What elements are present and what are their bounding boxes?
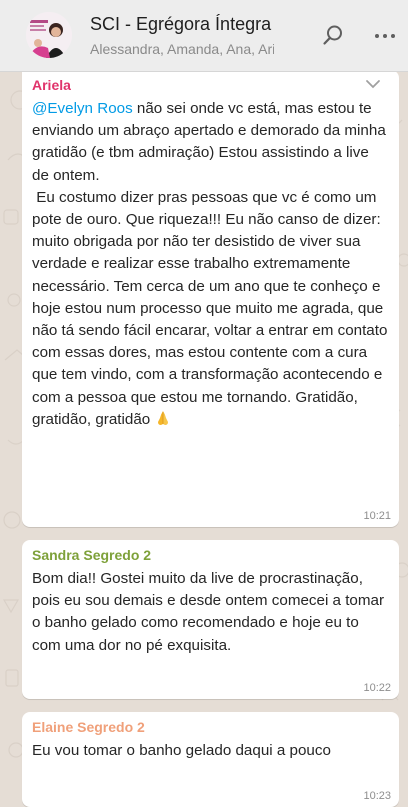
message-time: 10:22 [363,682,391,694]
chat-participants: Alessandra, Amanda, Ana, Ariela, Elaine … [90,41,274,57]
message-body: não sei onde vc está, mas estou te envia… [32,100,388,428]
group-avatar[interactable] [26,12,72,58]
menu-button[interactable] [368,18,402,52]
message-text: Bom dia!! Gostei muito da live de procra… [32,570,389,654]
chevron-down-icon[interactable] [365,76,381,94]
chat-header: SCI - Egrégora Íntegra Alessandra, Amand… [0,0,408,72]
message-sender[interactable]: Sandra Segredo 2 [32,546,389,565]
message-sender[interactable]: Elaine Segredo 2 [32,718,389,737]
message-text: @Evelyn Roos não sei onde vc está, mas e… [32,98,389,434]
message-time: 10:23 [363,790,391,802]
message-time: 10:21 [363,510,391,522]
chat-title[interactable]: SCI - Egrégora Íntegra [90,14,302,35]
search-button[interactable] [316,18,350,52]
search-icon [323,25,342,45]
message-bubble[interactable]: Elaine Segredo 2 Eu vou tomar o banho ge… [22,712,399,807]
message-sender[interactable]: Ariela [32,76,389,95]
message-text: Eu vou tomar o banho gelado daqui a pouc… [32,742,331,759]
message-bubble[interactable]: Sandra Segredo 2 Bom dia!! Gostei muito … [22,540,399,699]
mention-link[interactable]: @Evelyn Roos [32,100,133,117]
more-vertical-icon [375,34,395,38]
folded-hands-emoji [154,409,172,434]
message-bubble[interactable]: Ariela @Evelyn Roos não sei onde vc está… [22,70,399,527]
